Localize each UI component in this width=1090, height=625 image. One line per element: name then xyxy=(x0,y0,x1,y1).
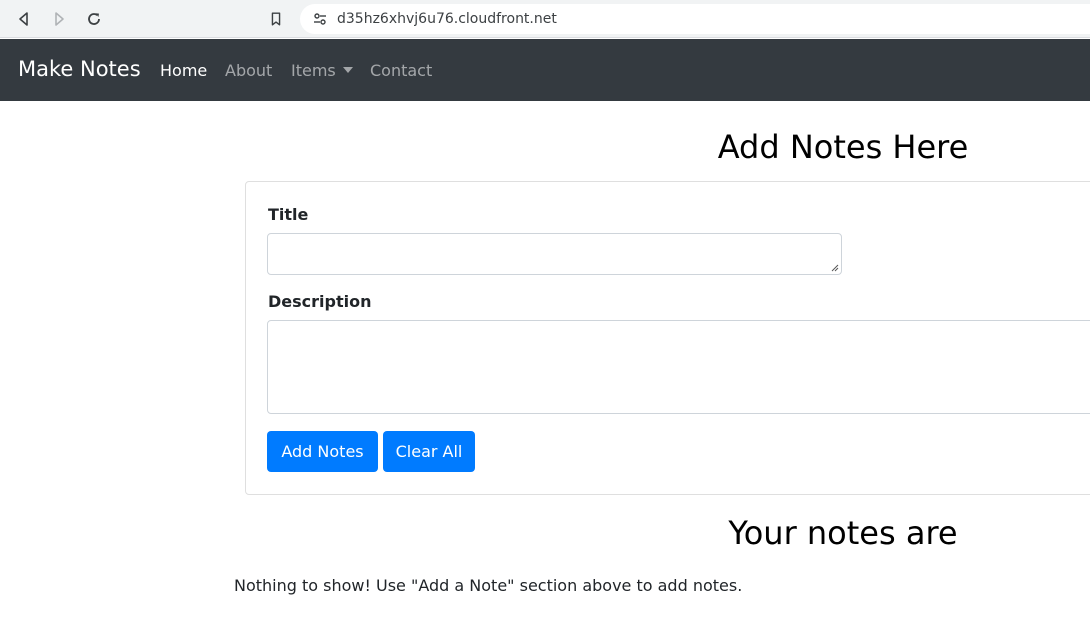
resize-grip-icon[interactable] xyxy=(831,264,839,272)
description-label: Description xyxy=(268,292,372,311)
your-notes-heading: Your notes are xyxy=(728,514,958,552)
navbar: Make Notes Home About Items Contact xyxy=(0,39,1090,101)
nav-link-home[interactable]: Home xyxy=(160,61,207,80)
chevron-down-icon xyxy=(342,67,353,73)
bookmark-icon[interactable] xyxy=(265,8,287,30)
navbar-brand[interactable]: Make Notes xyxy=(18,57,141,81)
address-bar[interactable]: d35hz6xhvj6u76.cloudfront.net xyxy=(300,4,1090,34)
empty-notes-message: Nothing to show! Use "Add a Note" sectio… xyxy=(234,576,743,595)
browser-toolbar: d35hz6xhvj6u76.cloudfront.net xyxy=(0,0,1090,38)
back-icon[interactable] xyxy=(13,8,35,30)
title-input[interactable] xyxy=(267,233,842,275)
add-notes-button[interactable]: Add Notes xyxy=(267,431,378,472)
nav-link-items-label: Items xyxy=(291,61,336,80)
reload-icon[interactable] xyxy=(83,8,105,30)
url-text: d35hz6xhvj6u76.cloudfront.net xyxy=(337,11,557,27)
site-settings-icon[interactable] xyxy=(312,11,328,27)
title-label: Title xyxy=(268,205,309,224)
clear-all-button[interactable]: Clear All xyxy=(383,431,475,472)
description-input[interactable] xyxy=(267,320,1090,414)
nav-link-items[interactable]: Items xyxy=(291,61,353,80)
forward-icon[interactable] xyxy=(48,8,70,30)
add-notes-heading: Add Notes Here xyxy=(717,128,969,166)
nav-link-about[interactable]: About xyxy=(225,61,272,80)
nav-link-contact[interactable]: Contact xyxy=(370,61,432,80)
